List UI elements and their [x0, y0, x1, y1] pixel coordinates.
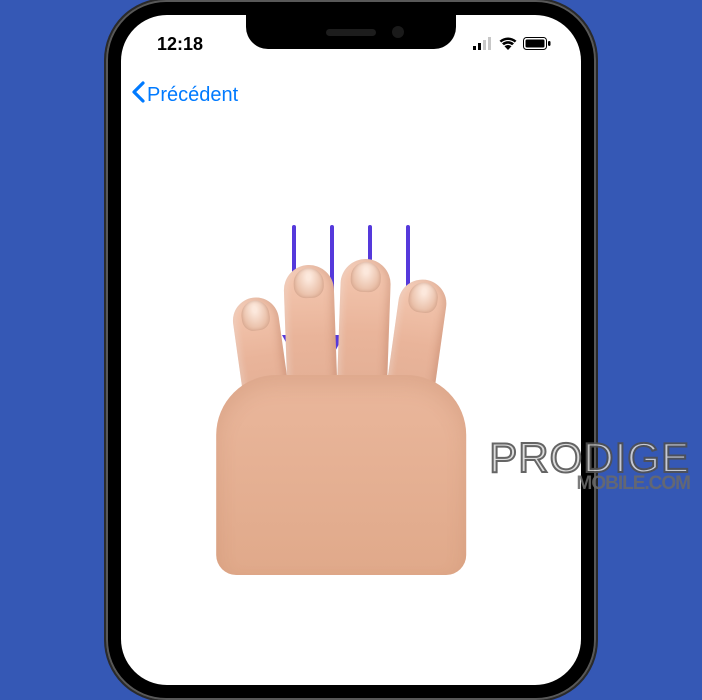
gesture-content [121, 125, 581, 685]
cellular-icon [473, 34, 493, 55]
hand-illustration [226, 245, 466, 485]
chevron-left-icon [131, 81, 145, 109]
status-indicators [473, 34, 557, 55]
nail [240, 299, 272, 333]
front-camera [392, 26, 404, 38]
back-button[interactable]: Précédent [131, 81, 238, 109]
status-time: 12:18 [145, 34, 203, 55]
battery-icon [523, 34, 551, 55]
nail [293, 268, 324, 299]
back-label: Précédent [147, 84, 238, 107]
speaker-grille [326, 29, 376, 36]
wifi-icon [499, 34, 517, 55]
notch [246, 15, 456, 49]
nail [350, 262, 381, 293]
phone-frame: 12:18 [106, 0, 596, 700]
navigation-bar: Précédent [121, 73, 581, 117]
phone-bezel: 12:18 [116, 10, 586, 690]
palm [216, 375, 466, 575]
nail [407, 281, 440, 315]
phone-screen: 12:18 [121, 15, 581, 685]
